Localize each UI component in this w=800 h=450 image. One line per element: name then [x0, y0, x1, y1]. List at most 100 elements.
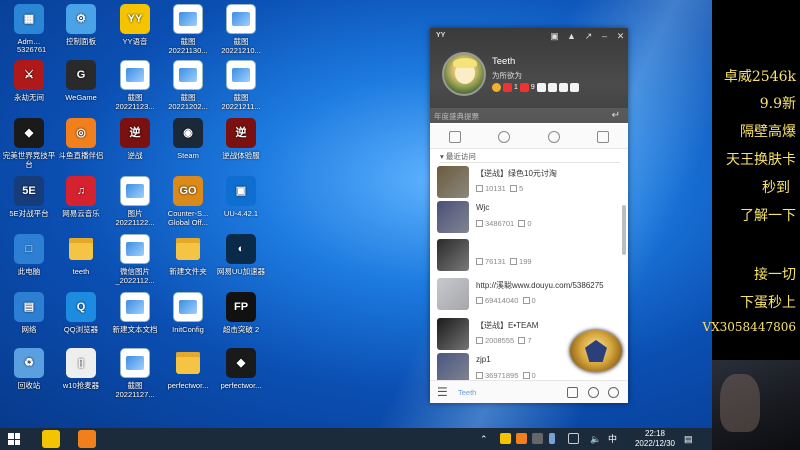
- tab-groups[interactable]: [529, 125, 579, 148]
- douyu-icon: ◎: [66, 118, 96, 148]
- overlay-line-2: 9.9新: [759, 96, 796, 112]
- scrollbar[interactable]: [622, 205, 626, 255]
- pc-icon: □: [14, 234, 44, 264]
- tray-arrow-icon[interactable]: ⌃: [480, 428, 488, 450]
- viewer-count: 76131: [485, 257, 506, 266]
- desktop-icon-douyu[interactable]: ◎ 斗鱼直播伴侣: [54, 118, 108, 160]
- desktop-icon-initconfig[interactable]: InitConfig: [161, 292, 215, 334]
- desktop-icon-wechatpic[interactable]: 微信图片 _2022112...: [108, 234, 162, 285]
- desktop-icon-shot2[interactable]: 截图 20221210...: [214, 4, 268, 55]
- enter-icon[interactable]: ↵: [612, 110, 620, 121]
- desktop-icon-network[interactable]: ▤ 网络: [2, 292, 56, 334]
- admin-icon: ▦: [14, 4, 44, 34]
- desktop-icon-naraka[interactable]: ⚔ 永劫无间: [2, 60, 56, 102]
- desktop-icon-pic[interactable]: 图片 20221122...: [108, 176, 162, 227]
- desktop-icon-shot6[interactable]: 截图 20221127...: [108, 348, 162, 399]
- desktop-icon-nizhan2[interactable]: 逆逆战体验服: [214, 118, 268, 160]
- tab-apps[interactable]: [579, 125, 629, 148]
- avatar[interactable]: [442, 52, 486, 96]
- notification-icon[interactable]: ▤: [684, 428, 693, 450]
- viewers-icon: [476, 297, 483, 304]
- settings-icon[interactable]: [588, 387, 599, 398]
- desktop-icon-5e[interactable]: 5E 5E对战平台: [2, 176, 56, 218]
- desktop-icon-pc[interactable]: □ 此电脑: [2, 234, 56, 276]
- search-input[interactable]: 年度盛典提票: [430, 108, 628, 125]
- volume-icon[interactable]: 🔈: [590, 428, 601, 450]
- skin-icon[interactable]: ▣: [550, 32, 559, 41]
- ime-indicator[interactable]: 中: [608, 428, 617, 450]
- desktop-icon-recycle[interactable]: ♻ 回收站: [2, 348, 56, 390]
- desktop-icon-pw2[interactable]: ◆ perfectwor...: [214, 348, 268, 390]
- viewer-count: 36971895: [485, 371, 519, 380]
- viewer-count: 2008555: [485, 336, 515, 345]
- desktop-icon-steam[interactable]: ◉ Steam: [161, 118, 215, 160]
- desktop-icon-label: 逆战体验服: [222, 151, 260, 160]
- tab-friends[interactable]: [480, 125, 530, 148]
- restore-icon[interactable]: ↗: [584, 32, 593, 41]
- system-clock[interactable]: 22:18 2022/12/30: [628, 428, 682, 450]
- desktop-icon-shot5[interactable]: 截图 20221211...: [214, 60, 268, 111]
- channel-name: 【逆战】绿色10元讨淘: [476, 169, 557, 178]
- video-call-icon[interactable]: [567, 387, 578, 398]
- list-item[interactable]: http://溪聪www.douyu.com/5386275 69414040 0: [437, 278, 621, 312]
- desktop-icon-shot4[interactable]: 截图 20221202...: [161, 60, 215, 111]
- floating-medal-icon[interactable]: [570, 330, 622, 372]
- microphone-icon[interactable]: [549, 433, 555, 444]
- desktop-icon-newtxt[interactable]: 新建文本文档: [108, 292, 162, 334]
- desktop-icon-uuacc[interactable]: ◐ 网易UU加速器: [214, 234, 268, 276]
- person-icon: [498, 130, 511, 143]
- desktop-icon-qqbrowser[interactable]: Q QQ浏览器: [54, 292, 108, 334]
- tab-home[interactable]: [430, 125, 480, 148]
- member-count: 0: [531, 296, 536, 305]
- steam-icon: ◉: [173, 118, 203, 148]
- desktop-icon-shot3[interactable]: 截图 20221123...: [108, 60, 162, 111]
- desktop-icon-yy[interactable]: YY YY语音: [108, 4, 162, 46]
- desktop-icon-csgo[interactable]: GO Counter-S... Global Off...: [161, 176, 215, 227]
- start-button[interactable]: [8, 433, 20, 445]
- shirt-icon[interactable]: ▲: [567, 32, 576, 41]
- desktop-icon-netease[interactable]: ♫ 网易云音乐: [54, 176, 108, 218]
- desktop-icon-label: 斗鱼直播伴侣: [58, 151, 104, 160]
- overlay-line-8: 下蛋秒上: [740, 295, 796, 311]
- search-icon[interactable]: [608, 387, 619, 398]
- desktop-icon-label: UU-4.42.1: [223, 209, 259, 218]
- tray-app2-icon[interactable]: [516, 433, 527, 444]
- desktop-icon-nizhan[interactable]: 逆逆战: [108, 118, 162, 160]
- douyu-taskbar-icon[interactable]: [78, 430, 96, 448]
- list-item[interactable]: Wjc 3486701 0: [437, 201, 621, 235]
- desktop-icon-newfolder[interactable]: 新建文件夹: [161, 234, 215, 276]
- minimize-icon[interactable]: –: [600, 32, 609, 41]
- desktop-icon-shot1[interactable]: 截图 20221130...: [161, 4, 215, 55]
- desktop-icon-w10[interactable]: ▯ w10抢麦器: [54, 348, 108, 390]
- desktop-icon-label: teeth: [72, 267, 90, 276]
- screen-icon[interactable]: [568, 433, 579, 444]
- desktop-icon-label: QQ浏览器: [63, 325, 99, 334]
- card-icon: [536, 83, 546, 92]
- desktop-icon-label: 图片 20221122...: [115, 209, 155, 227]
- tray-app1-icon[interactable]: [500, 433, 511, 444]
- desktop-icon-pw1[interactable]: perfectwor...: [161, 348, 215, 390]
- yy-taskbar-icon[interactable]: [42, 430, 60, 448]
- desktop-icon-teeth[interactable]: teeth: [54, 234, 108, 276]
- viewers-icon: [476, 258, 483, 265]
- desktop-icon-admin[interactable]: ▦ Adm…: [2, 4, 56, 46]
- desktop-icon-control[interactable]: ⚙ 控制面板: [54, 4, 108, 46]
- list-item[interactable]: 76131 199: [437, 239, 621, 273]
- desktop-icon-breakthrough[interactable]: FP 超击突破 2: [214, 292, 268, 334]
- close-icon[interactable]: ✕: [616, 32, 625, 41]
- menu-icon[interactable]: ☰: [437, 385, 448, 399]
- uuacc-icon: ◐: [226, 234, 256, 264]
- shot2-icon: [226, 4, 256, 34]
- desktop-icon-label: 截图 20221123...: [115, 93, 155, 111]
- newfolder-icon: [173, 234, 203, 264]
- desktop-icon-wanmei[interactable]: ◆ 完美世界竞技平台: [2, 118, 56, 169]
- level-icon: [492, 83, 501, 92]
- list-item[interactable]: 【逆战】绿色10元讨淘 10131 5: [437, 166, 621, 200]
- desktop-icon-wegame[interactable]: G WeGame: [54, 60, 108, 102]
- tray-app3-icon[interactable]: [532, 433, 543, 444]
- channel-thumbnail: [437, 318, 469, 350]
- desktop-icon-label: YY语音: [122, 37, 148, 46]
- desktop-icon-uu[interactable]: ▣ UU-4.42.1: [214, 176, 268, 218]
- desktop-icon-label: 截图 20221130...: [168, 37, 208, 55]
- overlay-line-7: 接一切: [754, 267, 796, 283]
